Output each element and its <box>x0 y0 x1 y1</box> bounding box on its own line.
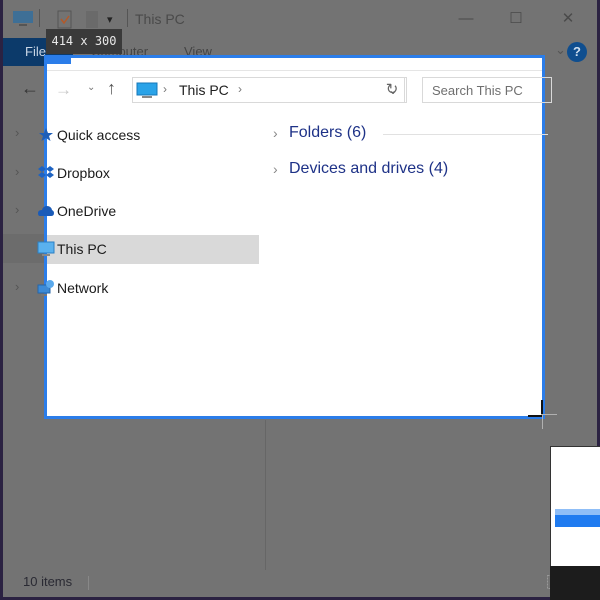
status-items-count: 10 items <box>23 574 73 589</box>
window-title: This PC <box>135 11 185 27</box>
star-icon <box>37 126 55 144</box>
group-header-folders[interactable]: › Folders (6) <box>273 123 548 145</box>
dropbox-icon <box>37 164 55 182</box>
crosshair-icon <box>542 415 543 429</box>
group-header-devices-and-drives[interactable]: › Devices and drives (4) <box>273 159 548 181</box>
close-button[interactable]: ✕ <box>553 6 583 32</box>
pane-splitter[interactable] <box>265 420 266 570</box>
ribbon-stub <box>47 58 71 64</box>
refresh-button[interactable]: ↻ <box>380 77 405 103</box>
back-button[interactable]: ← <box>21 78 39 99</box>
expand-chevron-icon[interactable]: › <box>15 202 19 217</box>
recent-locations-button[interactable]: ⌄ <box>87 82 95 93</box>
ribbon-expand-icon[interactable]: ⌄ <box>555 42 566 58</box>
cloud-icon <box>37 202 55 220</box>
computer-icon <box>12 10 34 33</box>
resize-size-tooltip: 414 x 300 <box>46 29 122 54</box>
resize-preview-window: → ⌄ ↑ › This PC › ⌄ ↻ Search This PC Qui… <box>37 55 552 419</box>
qat-divider <box>127 9 128 27</box>
expand-chevron-icon[interactable]: › <box>273 161 278 177</box>
forward-button[interactable]: → <box>55 80 72 100</box>
breadcrumb-separator[interactable]: › <box>238 82 242 96</box>
search-placeholder: Search This PC <box>432 83 523 98</box>
group-divider <box>383 134 548 135</box>
search-input[interactable]: Search This PC <box>422 77 552 103</box>
help-icon[interactable]: ? <box>567 42 587 62</box>
sidebar-item-quick-access[interactable]: Quick access <box>39 121 259 150</box>
expand-chevron-icon[interactable]: › <box>15 164 19 179</box>
network-icon <box>37 279 55 297</box>
sidebar-item-dropbox[interactable]: Dropbox <box>38 159 259 188</box>
crosshair-icon <box>541 414 557 415</box>
computer-icon <box>37 240 55 258</box>
up-button[interactable]: ↑ <box>107 78 116 99</box>
status-divider <box>88 576 89 590</box>
breadcrumb-separator[interactable]: › <box>163 82 167 96</box>
expand-chevron-icon[interactable]: › <box>15 279 19 294</box>
expand-chevron-icon[interactable]: › <box>273 125 278 141</box>
sidebar-item-onedrive[interactable]: OneDrive <box>38 197 259 226</box>
computer-icon <box>136 82 158 105</box>
background-window-selection <box>555 515 600 527</box>
breadcrumb-this-pc[interactable]: This PC <box>179 82 229 98</box>
sidebar-item-this-pc[interactable]: This PC <box>37 235 259 264</box>
customize-qat-icon[interactable]: ▾ <box>107 13 113 26</box>
minimize-button[interactable]: — <box>451 6 481 32</box>
sidebar-item-network[interactable]: Network <box>37 274 259 303</box>
ribbon-divider <box>47 70 542 71</box>
background-window[interactable] <box>550 446 600 567</box>
expand-chevron-icon[interactable]: › <box>15 125 19 140</box>
address-bar[interactable]: › This PC › ⌄ <box>132 77 407 103</box>
qat-divider <box>39 9 40 27</box>
maximize-button[interactable]: ☐ <box>501 6 531 32</box>
taskbar-fragment <box>550 566 600 600</box>
